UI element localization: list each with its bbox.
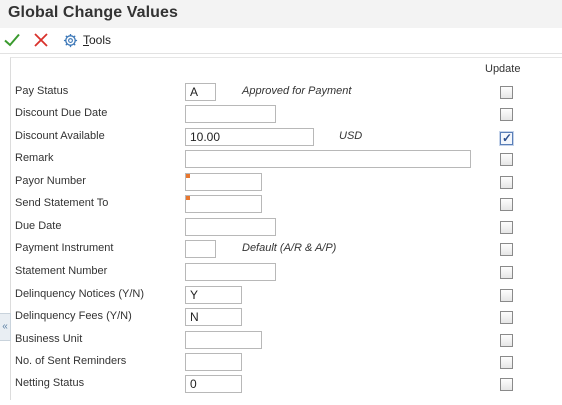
update-payment-instrument-checkbox[interactable] (500, 243, 513, 256)
sent-reminders-input[interactable] (185, 353, 242, 371)
pay-status-description: Approved for Payment (242, 85, 352, 97)
update-business-unit-checkbox[interactable] (500, 334, 513, 347)
checkmark-icon: ✓ (502, 131, 513, 145)
business-unit-label: Business Unit (15, 333, 83, 345)
update-netting-status-checkbox[interactable] (500, 378, 513, 391)
update-delinquency-notices-checkbox[interactable] (500, 289, 513, 302)
toolbar: Tools (0, 28, 562, 54)
page-title: Global Change Values (8, 4, 179, 21)
gear-icon[interactable] (63, 33, 78, 48)
payment-instrument-label: Payment Instrument (15, 242, 114, 254)
update-pay-status-checkbox[interactable] (500, 86, 513, 99)
delinquency-fees-label: Delinquency Fees (Y/N) (15, 310, 132, 322)
update-discount-available-checkbox[interactable]: ✓ (500, 131, 513, 145)
send-statement-to-label: Send Statement To (15, 197, 109, 209)
ok-check-icon[interactable] (3, 31, 21, 49)
pay-status-label: Pay Status (15, 85, 69, 97)
payor-number-input[interactable] (185, 173, 262, 191)
delinquency-notices-input[interactable] (185, 286, 242, 304)
update-send-statement-to-checkbox[interactable] (500, 198, 513, 211)
tools-label-rest: ools (89, 33, 112, 47)
statement-number-label: Statement Number (15, 265, 108, 277)
update-discount-due-date-checkbox[interactable] (500, 108, 513, 121)
discount-available-label: Discount Available (15, 130, 105, 142)
discount-due-date-input[interactable] (185, 105, 276, 123)
send-statement-to-input[interactable] (185, 195, 262, 213)
required-marker (186, 196, 190, 200)
cancel-x-icon[interactable] (32, 31, 50, 49)
currency-code: USD (339, 130, 363, 142)
pay-status-input[interactable] (185, 83, 216, 101)
netting-status-input[interactable] (185, 375, 242, 393)
discount-available-input[interactable] (185, 128, 314, 146)
discount-due-date-label: Discount Due Date (15, 107, 108, 119)
due-date-label: Due Date (15, 220, 62, 232)
remark-label: Remark (15, 152, 54, 164)
required-marker (186, 174, 190, 178)
payment-instrument-description: Default (A/R & A/P) (242, 242, 337, 254)
netting-status-label: Netting Status (15, 377, 85, 389)
collapse-panel-handle[interactable]: « (0, 313, 11, 341)
update-payor-number-checkbox[interactable] (500, 176, 513, 189)
update-remark-checkbox[interactable] (500, 153, 513, 166)
remark-input[interactable] (185, 150, 471, 168)
update-delinquency-fees-checkbox[interactable] (500, 311, 513, 324)
title-bar: Global Change Values (0, 0, 562, 28)
delinquency-notices-label: Delinquency Notices (Y/N) (15, 288, 144, 300)
update-due-date-checkbox[interactable] (500, 221, 513, 234)
delinquency-fees-input[interactable] (185, 308, 242, 326)
tools-menu-button[interactable]: Tools (83, 33, 111, 47)
update-sent-reminders-checkbox[interactable] (500, 356, 513, 369)
business-unit-input[interactable] (185, 331, 262, 349)
sent-reminders-label: No. of Sent Reminders (15, 355, 127, 367)
update-statement-number-checkbox[interactable] (500, 266, 513, 279)
payor-number-label: Payor Number (15, 175, 86, 187)
due-date-input[interactable] (185, 218, 276, 236)
update-column-header: Update (485, 63, 521, 75)
payment-instrument-input[interactable] (185, 240, 216, 258)
statement-number-input[interactable] (185, 263, 276, 281)
